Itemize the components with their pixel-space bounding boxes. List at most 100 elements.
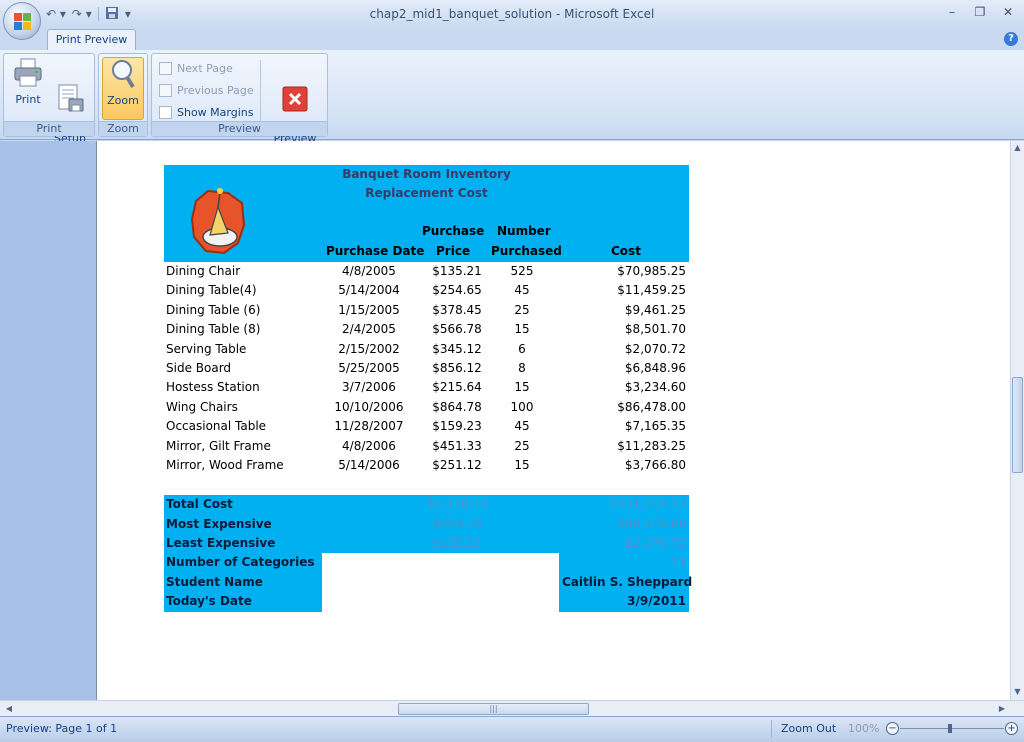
- summary-label: Student Name: [166, 574, 263, 589]
- show-margins-checkbox[interactable]: Show Margins: [159, 103, 253, 121]
- row-cost: $86,478.00: [617, 399, 686, 414]
- tab-print-preview[interactable]: Print Preview: [47, 29, 136, 50]
- next-page-button[interactable]: Next Page: [159, 59, 233, 77]
- row-date: 5/14/2006: [338, 457, 400, 472]
- zoom-group-label: Zoom: [99, 121, 147, 136]
- zoom-out-button[interactable]: Zoom Out: [781, 722, 836, 735]
- magnifier-icon: [108, 58, 138, 90]
- title-bar: ↶ ▾ ↷ ▾ ▾ chap2_mid1_banquet_solution - …: [0, 0, 1024, 28]
- zoom-label: Zoom: [107, 94, 139, 107]
- worksheet-content: Banquet Room Inventory Replacement Cost …: [164, 165, 692, 612]
- page-setup-icon: [55, 70, 85, 112]
- row-item: Wing Chairs: [166, 399, 238, 414]
- summary-value: 11: [670, 555, 686, 570]
- window-controls: – ❐ ✕: [940, 4, 1020, 20]
- table-row: Occasional Table 11/28/2007 $159.23 45 $7,16…: [164, 417, 689, 436]
- summary-cost: $86,478.00: [617, 516, 686, 531]
- table-row: Side Board 5/25/2005 $856.12 8 $6,848.96: [164, 359, 689, 378]
- status-page-info: Preview: Page 1 of 1: [6, 722, 118, 735]
- previous-page-label: Previous Page: [177, 83, 254, 97]
- summary-most-expensive: Most Expensive $864.78 $86,478.00: [164, 514, 689, 535]
- scroll-down-icon[interactable]: ▼: [1012, 687, 1023, 698]
- vertical-scroll-thumb[interactable]: [1012, 377, 1023, 473]
- summary-label: Number of Categories: [166, 555, 315, 570]
- row-cost: $70,985.25: [617, 264, 686, 278]
- row-item: Dining Table (8): [166, 322, 261, 337]
- close-button[interactable]: ✕: [996, 4, 1020, 20]
- scroll-up-icon[interactable]: ▲: [1012, 143, 1023, 154]
- printer-icon: [13, 57, 43, 89]
- row-cost: $11,283.25: [617, 438, 686, 453]
- table-row: Dining Table (6) 1/15/2005 $378.45 25 $9,461…: [164, 301, 689, 320]
- print-button[interactable]: Print: [8, 57, 48, 106]
- zoom-plus-icon[interactable]: +: [1005, 722, 1018, 735]
- table-row: Dining Table (8) 2/4/2005 $566.78 15 $8,501.…: [164, 320, 689, 339]
- summary-price: $135.21: [432, 536, 482, 551]
- row-price: $856.12: [432, 360, 482, 375]
- zoom-group: Zoom Zoom: [98, 53, 148, 137]
- row-date: 5/25/2005: [338, 360, 400, 375]
- zoom-slider-knob[interactable]: [948, 724, 952, 733]
- summary-least-expensive: Least Expensive $135.21 $2,070.72: [164, 534, 689, 554]
- restore-button[interactable]: ❐: [968, 4, 992, 20]
- ribbon: Print Page Setup Print: [0, 50, 1024, 145]
- close-red-icon: [280, 70, 310, 112]
- previous-page-button[interactable]: Previous Page: [159, 81, 254, 99]
- status-separator: [771, 720, 772, 738]
- row-item: Occasional Table: [166, 419, 267, 434]
- row-item: Dining Table(4): [166, 283, 257, 298]
- row-date: 5/14/2004: [338, 283, 400, 298]
- horizontal-scroll-thumb[interactable]: |||: [398, 703, 589, 715]
- table-row: Wing Chairs 10/10/2006 $864.78 100 $86,478.0…: [164, 398, 689, 417]
- preview-group-label: Preview: [152, 121, 327, 136]
- vertical-scrollbar[interactable]: ▲ ▼: [1010, 141, 1024, 700]
- row-cost: $2,070.72: [624, 341, 686, 356]
- row-price: $345.12: [432, 341, 482, 356]
- scroll-left-icon[interactable]: ◀: [3, 703, 15, 715]
- row-price: $215.64: [432, 380, 482, 395]
- summary-price: $4,478.43: [426, 497, 488, 512]
- header-number-bottom: Purchased: [491, 244, 562, 258]
- row-number: 525: [510, 264, 534, 278]
- next-page-icon: [159, 61, 172, 75]
- row-number: 15: [514, 380, 530, 395]
- zoom-slider-track: [900, 728, 1004, 729]
- summary-fill-right: [559, 553, 689, 573]
- next-page-label: Next Page: [177, 61, 233, 75]
- header-purchase-price-bottom: Price: [436, 244, 471, 258]
- zoom-slider[interactable]: − +: [886, 722, 1018, 736]
- office-button[interactable]: [3, 2, 41, 40]
- print-group: Print Page Setup Print: [3, 53, 95, 145]
- checkbox-icon: [159, 105, 172, 119]
- scroll-right-icon[interactable]: ▶: [996, 703, 1008, 715]
- window-title: chap2_mid1_banquet_solution - Microsoft …: [369, 7, 655, 21]
- zoom-minus-icon[interactable]: −: [886, 722, 899, 735]
- row-cost: $11,459.25: [617, 283, 686, 298]
- row-number: 45: [514, 419, 530, 434]
- row-cost: $8,501.70: [624, 322, 686, 337]
- row-cost: $3,234.60: [624, 380, 686, 395]
- status-bar: Preview: Page 1 of 1 Zoom Out 100% − +: [0, 716, 1024, 742]
- row-date: 1/15/2005: [338, 302, 400, 317]
- row-price: $251.12: [432, 457, 482, 472]
- zoom-level[interactable]: 100%: [848, 722, 879, 735]
- row-date: 2/15/2002: [338, 341, 400, 356]
- row-item: Mirror, Gilt Frame: [166, 438, 271, 453]
- inventory-rows: Dining Chair 4/8/2005 $135.21 525 $70,985.25…: [164, 262, 689, 475]
- row-price: $566.78: [432, 322, 482, 337]
- minimize-button[interactable]: –: [940, 4, 964, 20]
- row-price: $254.65: [432, 283, 482, 298]
- row-date: 4/8/2005: [342, 264, 396, 278]
- print-group-label: Print: [4, 121, 94, 136]
- header-number-top: Number: [497, 224, 551, 238]
- print-label: Print: [15, 93, 41, 106]
- summary-label: Total Cost: [166, 497, 233, 512]
- horizontal-scrollbar[interactable]: ◀ ||| ▶: [0, 700, 1024, 716]
- row-number: 6: [518, 341, 526, 356]
- summary-number-of-categories: Number of Categories 11: [164, 553, 689, 573]
- help-icon[interactable]: ?: [1004, 32, 1018, 46]
- row-item: Dining Chair: [166, 264, 241, 278]
- table-row: Dining Chair 4/8/2005 $135.21 525 $70,985.25: [164, 262, 689, 281]
- zoom-button[interactable]: Zoom: [102, 57, 144, 120]
